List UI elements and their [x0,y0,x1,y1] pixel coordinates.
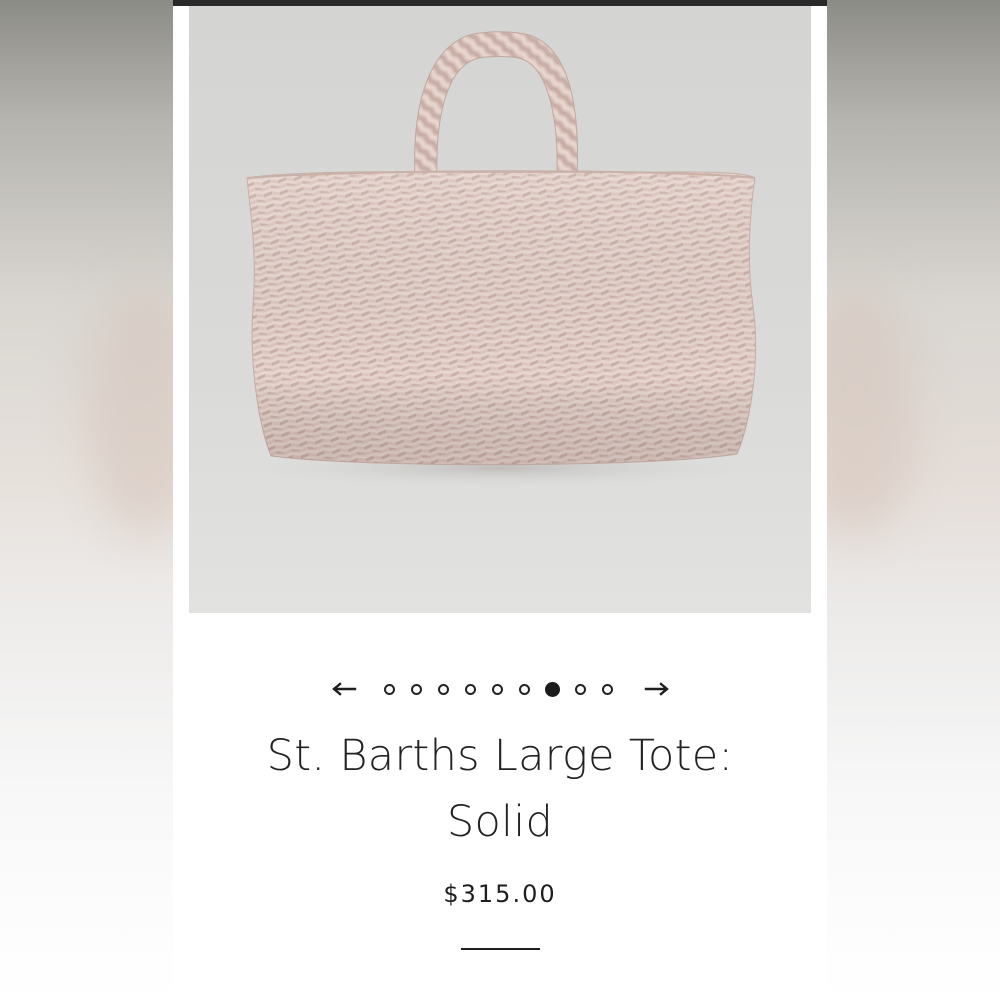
carousel-dots [376,681,621,697]
previous-image-button[interactable] [330,675,358,703]
image-carousel-nav [173,672,827,706]
next-image-button[interactable] [643,675,671,703]
screenshot-stage: St. Barths Large Tote: Solid $315.00 [0,0,1000,1000]
arrow-left-icon [331,682,356,696]
blurred-background-left [0,0,205,1000]
carousel-dot[interactable] [574,683,586,695]
carousel-dot-active[interactable] [544,681,560,697]
arrow-right-icon [644,682,669,696]
carousel-dot[interactable] [491,683,503,695]
carousel-dot[interactable] [383,683,395,695]
carousel-dot[interactable] [518,683,530,695]
carousel-dot[interactable] [464,683,476,695]
product-title: St. Barths Large Tote: Solid [266,731,734,847]
carousel-dot[interactable] [410,683,422,695]
divider [461,948,540,950]
carousel-dot[interactable] [437,683,449,695]
product-price: $315.00 [443,880,557,908]
product-image[interactable] [189,6,811,613]
carousel-dot[interactable] [601,683,613,695]
product-page: St. Barths Large Tote: Solid $315.00 [173,0,827,1000]
tote-bag-image [246,31,757,488]
blurred-background-right [795,0,1000,1000]
